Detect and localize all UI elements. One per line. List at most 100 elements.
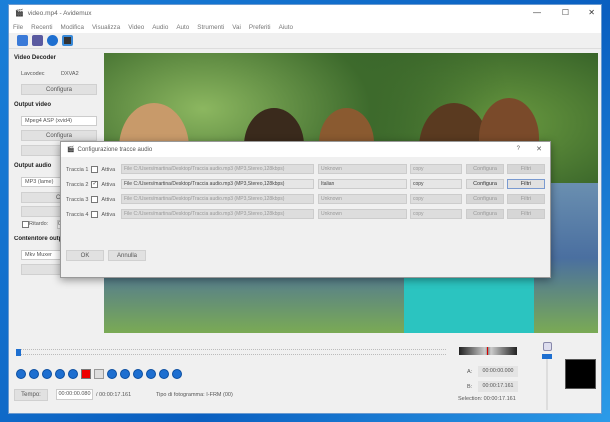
close-button[interactable]: ✕	[588, 8, 595, 17]
track-codec-select[interactable]: copy	[410, 164, 462, 174]
track-source-select[interactable]: File C:/Users/martina/Desktop/Traccia au…	[121, 209, 314, 219]
track-active-label: Attiva	[101, 196, 116, 203]
first-frame-icon[interactable]	[133, 369, 143, 379]
track-filters-button[interactable]: Filtri	[507, 209, 545, 219]
track-active-label: Attiva	[101, 211, 116, 218]
menu-auto[interactable]: Auto	[176, 24, 189, 31]
volume-icon[interactable]	[543, 342, 552, 351]
previous-frame-icon[interactable]	[29, 369, 39, 379]
track-filters-button[interactable]: Filtri	[507, 179, 545, 189]
title-bar: 🎬 video.mp4 - Avidemux — ☐ ✕	[9, 5, 601, 21]
marker-b-label: B:	[467, 384, 473, 390]
decoder-name: Lavcodec	[21, 71, 45, 77]
next-frame-icon[interactable]	[42, 369, 52, 379]
menu-aiuto[interactable]: Aiuto	[279, 24, 293, 31]
timeline-handle[interactable]	[16, 349, 21, 356]
track-filters-button[interactable]: Filtri	[507, 164, 545, 174]
track-codec-select[interactable]: copy	[410, 194, 462, 204]
film-icon[interactable]	[62, 35, 73, 46]
track-configure-button[interactable]: Configura	[466, 179, 504, 189]
track-language-select[interactable]: Unknown	[318, 194, 407, 204]
decoder-hw: DXVA2	[61, 71, 79, 77]
track-row: Traccia 1 Attiva	[66, 164, 115, 175]
menu-strumenti[interactable]: Strumenti	[197, 24, 224, 31]
play-icon[interactable]	[16, 369, 26, 379]
track-row: Traccia 3 Attiva	[66, 194, 115, 205]
menu-file[interactable]: File	[13, 24, 23, 31]
delay-checkbox[interactable]	[22, 221, 29, 228]
minimize-button[interactable]: —	[533, 8, 541, 17]
time-input[interactable]: 00:00:00.080	[56, 389, 93, 400]
app-icon: 🎬	[67, 147, 75, 153]
jog-shuttle[interactable]	[459, 347, 517, 355]
track-language-select[interactable]: Italian	[318, 179, 407, 189]
video-decoder-configure-button[interactable]: Configura	[21, 84, 97, 95]
track-configure-button[interactable]: Configura	[466, 194, 504, 204]
track-active-checkbox[interactable]	[91, 166, 99, 173]
delay-label: Ritardo:	[29, 221, 49, 227]
menu-audio[interactable]: Audio	[152, 24, 168, 31]
frame-type: Tipo di fotogramma: I-FRM (00)	[156, 392, 233, 398]
track-active-label: Attiva	[101, 166, 116, 173]
audio-meter	[565, 359, 596, 389]
menu-visualizza[interactable]: Visualizza	[92, 24, 120, 31]
dialog-title-bar: 🎬 Configurazione tracce audio ? ✕	[61, 142, 550, 157]
track-source-select[interactable]: File C:/Users/martina/Desktop/Traccia au…	[121, 164, 314, 174]
next-keyframe-icon[interactable]	[68, 369, 78, 379]
set-marker-a-icon[interactable]	[81, 369, 91, 379]
help-button[interactable]: ?	[517, 146, 520, 152]
track-configure-button[interactable]: Configura	[466, 209, 504, 219]
container-heading: Contenitore output	[14, 236, 66, 242]
track-configure-button[interactable]: Configura	[466, 164, 504, 174]
selection-duration: Selection: 00:00:17.161	[458, 396, 516, 402]
next-black-frame-icon[interactable]	[120, 369, 130, 379]
save-icon[interactable]	[32, 35, 43, 46]
navigation-controls	[16, 369, 182, 379]
marker-a-value: 00:00:00.000	[478, 366, 518, 377]
menu-recenti[interactable]: Recenti	[31, 24, 52, 31]
track-filters-button[interactable]: Filtri	[507, 194, 545, 204]
go-to-marker-a-icon[interactable]	[159, 369, 169, 379]
track-codec-select[interactable]: copy	[410, 179, 462, 189]
track-source-select[interactable]: File C:/Users/martina/Desktop/Traccia au…	[121, 179, 314, 189]
previous-black-frame-icon[interactable]	[107, 369, 117, 379]
open-folder-icon[interactable]	[17, 35, 28, 46]
track-active-checkbox[interactable]: ✓	[91, 181, 99, 188]
video-codec-select[interactable]: Mpeg4 ASP (xvid4)	[21, 116, 97, 126]
menu-video[interactable]: Video	[128, 24, 144, 31]
toolbar	[9, 33, 601, 49]
info-icon[interactable]	[47, 35, 58, 46]
track-active-label: Attiva	[101, 181, 116, 188]
track-language-select[interactable]: Unknown	[318, 164, 407, 174]
window-title: video.mp4 - Avidemux	[27, 9, 92, 17]
track-active-checkbox[interactable]	[91, 196, 99, 203]
track-label: Traccia 2	[66, 181, 89, 188]
last-frame-icon[interactable]	[146, 369, 156, 379]
menu-preferiti[interactable]: Preferiti	[249, 24, 271, 31]
track-active-checkbox[interactable]	[91, 211, 99, 218]
ok-button[interactable]: OK	[66, 250, 104, 261]
track-row: Traccia 2 ✓ Attiva	[66, 179, 115, 190]
go-to-marker-b-icon[interactable]	[172, 369, 182, 379]
app-icon: 🎬	[15, 10, 24, 17]
menu-modifica[interactable]: Modifica	[61, 24, 84, 31]
video-configure-button[interactable]: Configura	[21, 130, 97, 141]
maximize-button[interactable]: ☐	[562, 8, 569, 17]
volume-handle[interactable]	[542, 354, 552, 359]
track-source-select[interactable]: File C:/Users/martina/Desktop/Traccia au…	[121, 194, 314, 204]
track-row: Traccia 4 Attiva	[66, 209, 115, 220]
track-label: Traccia 4	[66, 211, 89, 218]
audio-tracks-dialog: 🎬 Configurazione tracce audio ? ✕ Tracci…	[60, 141, 551, 278]
volume-slider[interactable]	[546, 355, 548, 410]
marker-b-value: 00:00:17.161	[478, 381, 518, 392]
track-codec-select[interactable]: copy	[410, 209, 462, 219]
timeline-slider[interactable]	[16, 349, 446, 356]
set-marker-b-icon[interactable]	[94, 369, 104, 379]
track-language-select[interactable]: Unknown	[318, 209, 407, 219]
cancel-button[interactable]: Annulla	[108, 250, 146, 261]
dialog-close-button[interactable]: ✕	[536, 145, 542, 153]
menu-vai[interactable]: Vai	[232, 24, 241, 31]
track-label: Traccia 3	[66, 196, 89, 203]
time-button[interactable]: Tempo:	[14, 389, 48, 401]
previous-keyframe-icon[interactable]	[55, 369, 65, 379]
